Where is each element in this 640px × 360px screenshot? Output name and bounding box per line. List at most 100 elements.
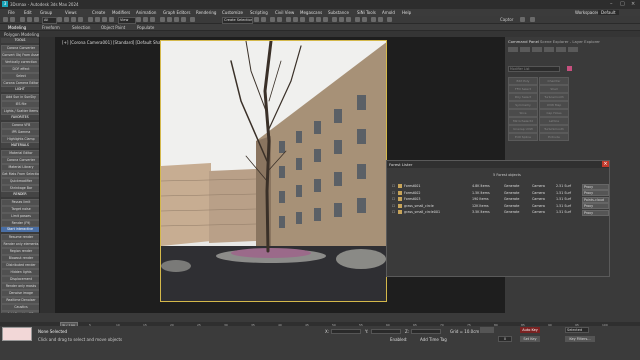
align-icon[interactable] (261, 17, 266, 22)
rendered-frame-icon[interactable] (316, 17, 321, 22)
redo-icon[interactable] (10, 17, 15, 22)
toggle-ribbon-icon[interactable] (277, 17, 282, 22)
modifier-button[interactable]: TurboSmooth (539, 125, 569, 133)
move-icon[interactable] (88, 17, 93, 22)
modifier-button[interactable]: Lattice (539, 117, 569, 125)
modifier-button[interactable]: Slice (508, 109, 538, 117)
motion-tab-icon[interactable] (544, 47, 554, 52)
left-panel-button[interactable]: Denoise image (1, 290, 39, 297)
add-time-tag[interactable]: Add Time Tag (420, 337, 447, 342)
workspace-dropdown[interactable]: Default (598, 10, 619, 15)
menu-group[interactable]: Group (40, 10, 52, 15)
forest-row-checkbox[interactable]: ☐ (392, 196, 395, 202)
current-frame-field[interactable]: 0 (498, 336, 512, 342)
key-filters-button[interactable]: Key Filters... (565, 336, 595, 342)
left-panel-button[interactable]: Caustics (1, 304, 39, 311)
cloud-icon[interactable] (530, 17, 535, 22)
menu-sini-tools[interactable]: SiNi Tools (357, 10, 376, 15)
menu-civil-view[interactable]: Civil View (275, 10, 294, 15)
scale-icon[interactable] (102, 17, 107, 22)
modifier-button[interactable]: Cap Holes (539, 109, 569, 117)
forest-row-checkbox[interactable]: ☐ (392, 190, 395, 196)
modifier-button[interactable]: Shell (539, 85, 569, 93)
region-select-icon[interactable] (71, 17, 76, 22)
tab-selection[interactable]: Selection (72, 25, 90, 30)
auto-key-button[interactable]: Auto Key (520, 327, 540, 333)
rotate-icon[interactable] (95, 17, 100, 22)
modifier-button[interactable]: FFD Select (508, 85, 538, 93)
selected-dropdown[interactable]: Selected (565, 327, 589, 333)
account-name[interactable]: Captor (500, 17, 513, 22)
bind-spacewarp-icon[interactable] (34, 17, 39, 22)
maximize-icon[interactable]: □ (620, 1, 625, 7)
render-production-icon[interactable] (323, 17, 328, 22)
extra-tool-icon[interactable] (387, 17, 392, 22)
menu-help[interactable]: Help (402, 10, 411, 15)
viewport-label[interactable]: [+] [Corona Camera001] [Standard] [Defau… (62, 40, 171, 45)
left-panel-button[interactable]: Render (F9) (1, 220, 39, 227)
left-panel-button[interactable]: Passes limit (1, 199, 39, 206)
left-panel-button[interactable]: Convert Obj From Asset (1, 52, 39, 59)
left-panel-button[interactable]: Material Editor (1, 150, 39, 157)
left-panel-button[interactable]: Render only masks (1, 283, 39, 290)
menu-scripting[interactable]: Scripting (250, 10, 268, 15)
menu-substance[interactable]: Substance (328, 10, 349, 15)
track-bar[interactable] (0, 313, 640, 322)
left-panel-button[interactable]: Resume render (1, 234, 39, 241)
maxscript-listener[interactable] (2, 327, 32, 341)
modifier-button[interactable]: Edit Spline (508, 133, 538, 141)
snap-toggle-icon[interactable] (160, 17, 165, 22)
megascans-icon[interactable] (371, 17, 376, 22)
help-search-icon[interactable] (520, 17, 525, 22)
selection-filter-dropdown[interactable]: All (42, 17, 57, 24)
close-icon[interactable]: × (631, 1, 635, 7)
scatter-icon[interactable] (362, 17, 367, 22)
substance-icon[interactable] (378, 17, 383, 22)
left-panel-button[interactable]: Quickmodifier (1, 178, 39, 185)
angle-snap-icon[interactable] (167, 17, 172, 22)
forest-row[interactable]: ☐ grass_small_circle 12K Items Generate Came… (392, 203, 609, 209)
utilities-tab-icon[interactable] (568, 47, 578, 52)
unlink-icon[interactable] (27, 17, 32, 22)
forest-pack-icon[interactable] (339, 17, 344, 22)
modify-tab-icon[interactable] (520, 47, 530, 52)
left-panel-button[interactable]: Region render (1, 248, 39, 255)
schematic-view-icon[interactable] (293, 17, 298, 22)
left-panel-button[interactable]: Highlights Clamp (1, 136, 39, 143)
forest-row[interactable]: ☐ Forest003 190 Items Generate Camera 1.51 Su… (392, 196, 609, 203)
create-tab-icon[interactable] (508, 47, 518, 52)
selection-set-dropdown[interactable]: Create Selection Se (222, 17, 253, 24)
modifier-button[interactable]: UVW Map (539, 101, 569, 109)
close-icon[interactable]: × (602, 161, 609, 167)
modifier-button[interactable]: Poly Select (508, 93, 538, 101)
railclone-icon[interactable] (346, 17, 351, 22)
left-panel-button[interactable]: Corona VFB (1, 122, 39, 129)
menu-graph-editors[interactable]: Graph Editors (163, 10, 190, 15)
menu-views[interactable]: Views (65, 10, 77, 15)
left-panel-button[interactable]: DOF effect (1, 66, 39, 73)
forest-render-mode-dropdown[interactable]: Proxy (582, 209, 609, 216)
select-object-icon[interactable] (57, 17, 62, 22)
menu-file[interactable]: File (8, 10, 15, 15)
named-selection-icon[interactable] (190, 17, 195, 22)
select-manipulate-icon[interactable] (143, 17, 148, 22)
corona-render-icon[interactable] (332, 17, 337, 22)
left-panel-button[interactable]: IPR Gamma (1, 129, 39, 136)
undo-icon[interactable] (3, 17, 8, 22)
place-icon[interactable] (109, 17, 114, 22)
tab-modeling[interactable]: Modeling (8, 25, 26, 30)
set-key-button[interactable]: Set Key (520, 336, 540, 342)
left-panel-button[interactable]: Get Mats From Selection (1, 171, 39, 178)
left-panel-button[interactable]: Render only elements (1, 241, 39, 248)
left-panel-button[interactable]: Lights / Scatter Items (1, 108, 39, 115)
forest-row[interactable]: ☐ Forest002 1.5K Items Generate Camera 1.51 S… (392, 190, 609, 196)
forest-row-checkbox[interactable]: ☐ (392, 209, 395, 215)
left-panel-button[interactable]: Distributed render (1, 262, 39, 269)
percent-snap-icon[interactable] (174, 17, 179, 22)
left-panel-button[interactable]: Corona Converter (1, 157, 39, 164)
y-coordinate-field[interactable] (371, 329, 401, 334)
menu-animation[interactable]: Animation (136, 10, 156, 15)
forest-lister-titlebar[interactable]: Forest Lister × (387, 161, 609, 168)
sini-icon[interactable] (355, 17, 360, 22)
left-panel-button[interactable]: Corona Camera Editor (1, 80, 39, 87)
